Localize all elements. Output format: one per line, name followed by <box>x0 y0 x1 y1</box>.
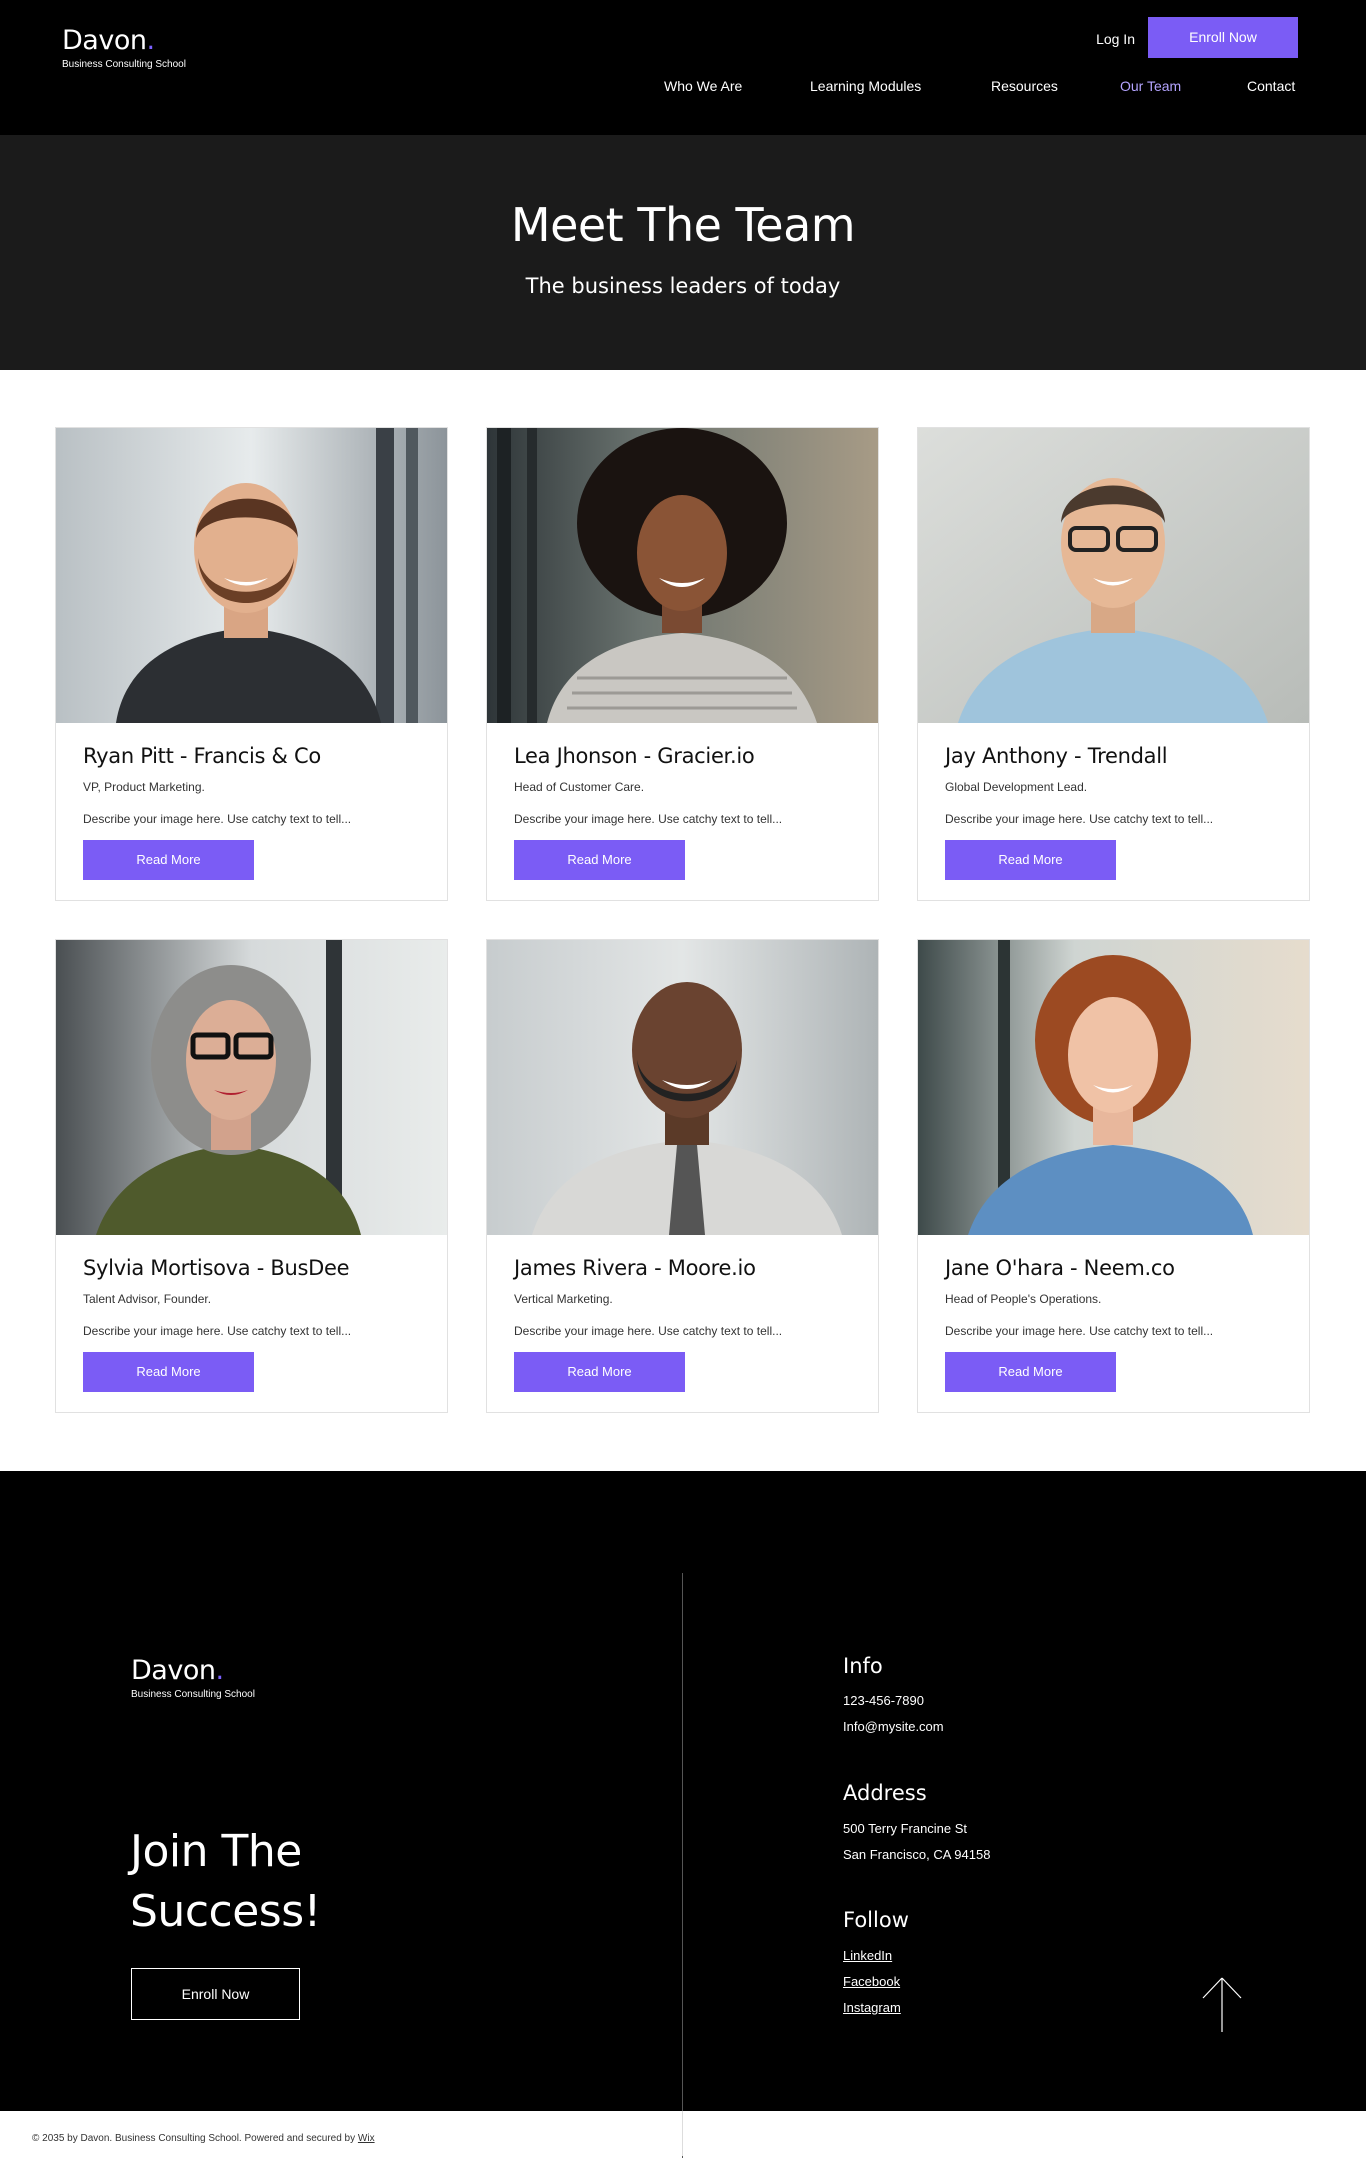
team-member-photo <box>487 940 878 1235</box>
portrait-image <box>918 428 1309 723</box>
nav-our-team[interactable]: Our Team <box>1120 75 1181 97</box>
team-member-description: Describe your image here. Use catchy tex… <box>83 1324 352 1338</box>
team-member-photo <box>56 428 447 723</box>
copyright-text: © 2035 by Davon. Business Consulting Sch… <box>32 2133 375 2144</box>
team-member-name: Sylvia Mortisova - BusDee <box>83 1256 350 1280</box>
team-member-photo <box>56 940 447 1235</box>
join-heading-line: Join The <box>130 1826 302 1877</box>
page-title: Meet The Team <box>510 198 856 252</box>
logo-tagline: Business Consulting School <box>131 1689 255 1700</box>
team-member-description: Describe your image here. Use catchy tex… <box>514 1324 783 1338</box>
email-address[interactable]: Info@mysite.com <box>843 1719 944 1734</box>
team-member-description: Describe your image here. Use catchy tex… <box>514 812 783 826</box>
team-member-description: Describe your image here. Use catchy tex… <box>945 1324 1214 1338</box>
team-card: Sylvia Mortisova - BusDee Talent Advisor… <box>55 939 448 1413</box>
team-card: Ryan Pitt - Francis & Co VP, Product Mar… <box>55 427 448 901</box>
team-card: Lea Jhonson - Gracier.io Head of Custome… <box>486 427 879 901</box>
enroll-now-button[interactable]: Enroll Now <box>1148 17 1298 58</box>
site-footer: Davon. Business Consulting School Join T… <box>0 1471 1366 2158</box>
team-member-role: Talent Advisor, Founder. <box>83 1292 212 1306</box>
logo-tagline: Business Consulting School <box>62 59 186 70</box>
page-subtitle: The business leaders of today <box>525 274 841 298</box>
login-link[interactable]: Log In <box>1065 28 1135 50</box>
join-heading: Join The Success! <box>130 1822 321 1942</box>
address-line: 500 Terry Francine St <box>843 1821 968 1836</box>
team-member-name: Lea Jhonson - Gracier.io <box>514 744 755 768</box>
read-more-button[interactable]: Read More <box>945 840 1116 880</box>
team-member-role: VP, Product Marketing. <box>83 780 205 794</box>
nav-contact[interactable]: Contact <box>1247 75 1295 97</box>
portrait-image <box>487 940 878 1235</box>
info-heading: Info <box>843 1654 883 1678</box>
footer-divider <box>682 1573 683 2158</box>
linkedin-link[interactable]: LinkedIn <box>843 1948 892 1963</box>
facebook-link[interactable]: Facebook <box>843 1974 900 1989</box>
team-member-role: Vertical Marketing. <box>514 1292 613 1306</box>
nav-who-we-are[interactable]: Who We Are <box>664 75 742 97</box>
portrait-image <box>56 940 447 1235</box>
read-more-button[interactable]: Read More <box>83 840 254 880</box>
team-member-photo <box>487 428 878 723</box>
footer-logo[interactable]: Davon. Business Consulting School <box>131 1657 255 1700</box>
wix-link[interactable]: Wix <box>358 2133 375 2144</box>
instagram-link[interactable]: Instagram <box>843 2000 901 2015</box>
address-heading: Address <box>843 1781 927 1805</box>
bottom-bar: © 2035 by Davon. Business Consulting Sch… <box>0 2111 1366 2156</box>
team-card: James Rivera - Moore.io Vertical Marketi… <box>486 939 879 1413</box>
read-more-button[interactable]: Read More <box>945 1352 1116 1392</box>
team-member-photo <box>918 940 1309 1235</box>
nav-learning-modules[interactable]: Learning Modules <box>810 75 921 97</box>
team-member-name: James Rivera - Moore.io <box>514 1256 756 1280</box>
team-card: Jane O'hara - Neem.co Head of People's O… <box>917 939 1310 1413</box>
read-more-button[interactable]: Read More <box>514 1352 685 1392</box>
footer-enroll-button[interactable]: Enroll Now <box>131 1968 300 2020</box>
read-more-button[interactable]: Read More <box>83 1352 254 1392</box>
portrait-image <box>487 428 878 723</box>
logo-wordmark: Davon. <box>131 1655 224 1686</box>
portrait-image <box>918 940 1309 1235</box>
logo-wordmark: Davon. <box>62 25 155 56</box>
address-line: San Francisco, CA 94158 <box>843 1847 991 1862</box>
hero-banner: Meet The Team The business leaders of to… <box>0 135 1366 370</box>
bottom-divider <box>682 2111 683 2156</box>
nav-resources[interactable]: Resources <box>991 75 1058 97</box>
team-member-role: Head of People's Operations. <box>945 1292 1102 1306</box>
team-card: Jay Anthony - Trendall Global Developmen… <box>917 427 1310 901</box>
team-member-role: Global Development Lead. <box>945 780 1088 794</box>
site-header: Davon. Business Consulting School Log In… <box>0 0 1366 135</box>
team-member-photo <box>918 428 1309 723</box>
portrait-image <box>56 428 447 723</box>
phone-number: 123-456-7890 <box>843 1693 924 1708</box>
read-more-button[interactable]: Read More <box>514 840 685 880</box>
team-member-name: Jane O'hara - Neem.co <box>945 1256 1175 1280</box>
team-member-description: Describe your image here. Use catchy tex… <box>945 812 1214 826</box>
team-member-name: Jay Anthony - Trendall <box>945 744 1168 768</box>
team-member-description: Describe your image here. Use catchy tex… <box>83 812 352 826</box>
team-member-role: Head of Customer Care. <box>514 780 645 794</box>
team-member-name: Ryan Pitt - Francis & Co <box>83 744 321 768</box>
join-heading-line: Success! <box>130 1886 321 1937</box>
follow-heading: Follow <box>843 1908 909 1932</box>
back-to-top-arrow-icon[interactable] <box>1200 1976 1244 2032</box>
site-logo[interactable]: Davon. Business Consulting School <box>62 27 186 70</box>
